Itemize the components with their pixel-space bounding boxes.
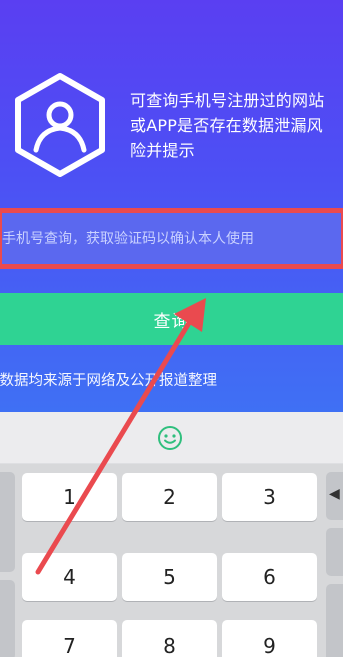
phone-input-row[interactable] — [0, 208, 343, 269]
backspace-icon: ◀ — [329, 486, 340, 502]
right-side-key[interactable] — [326, 528, 343, 576]
query-button[interactable]: 查询 — [0, 293, 343, 345]
hexagon-user-logo-icon — [15, 73, 105, 177]
key-9[interactable]: 9 — [222, 620, 317, 657]
left-side-key[interactable] — [0, 472, 15, 572]
key-7[interactable]: 7 — [22, 620, 117, 657]
key-2[interactable]: 2 — [122, 473, 217, 521]
emoji-smiley-icon[interactable] — [157, 425, 183, 451]
key-4[interactable]: 4 — [22, 553, 117, 601]
key-3[interactable]: 3 — [222, 473, 317, 521]
backspace-key[interactable]: ◀ — [326, 472, 343, 520]
key-1[interactable]: 1 — [22, 473, 117, 521]
hero-banner: 可查询手机号注册过的网站或APP是否存在数据泄漏风险并提示 — [0, 0, 343, 412]
key-5[interactable]: 5 — [122, 553, 217, 601]
right-side-key-lower[interactable] — [326, 584, 343, 657]
keyboard-toolbar — [0, 412, 343, 464]
numeric-keyboard: ◀ 1 2 3 4 5 6 7 8 9 — [0, 464, 343, 657]
key-8[interactable]: 8 — [122, 620, 217, 657]
key-6[interactable]: 6 — [222, 553, 317, 601]
data-source-note: 询数据均来源于网络及公开报道整理 — [0, 373, 217, 389]
phone-number-input[interactable] — [2, 213, 341, 264]
hero-description: 可查询手机号注册过的网站或APP是否存在数据泄漏风险并提示 — [130, 91, 325, 160]
left-side-key-lower[interactable] — [0, 580, 15, 657]
